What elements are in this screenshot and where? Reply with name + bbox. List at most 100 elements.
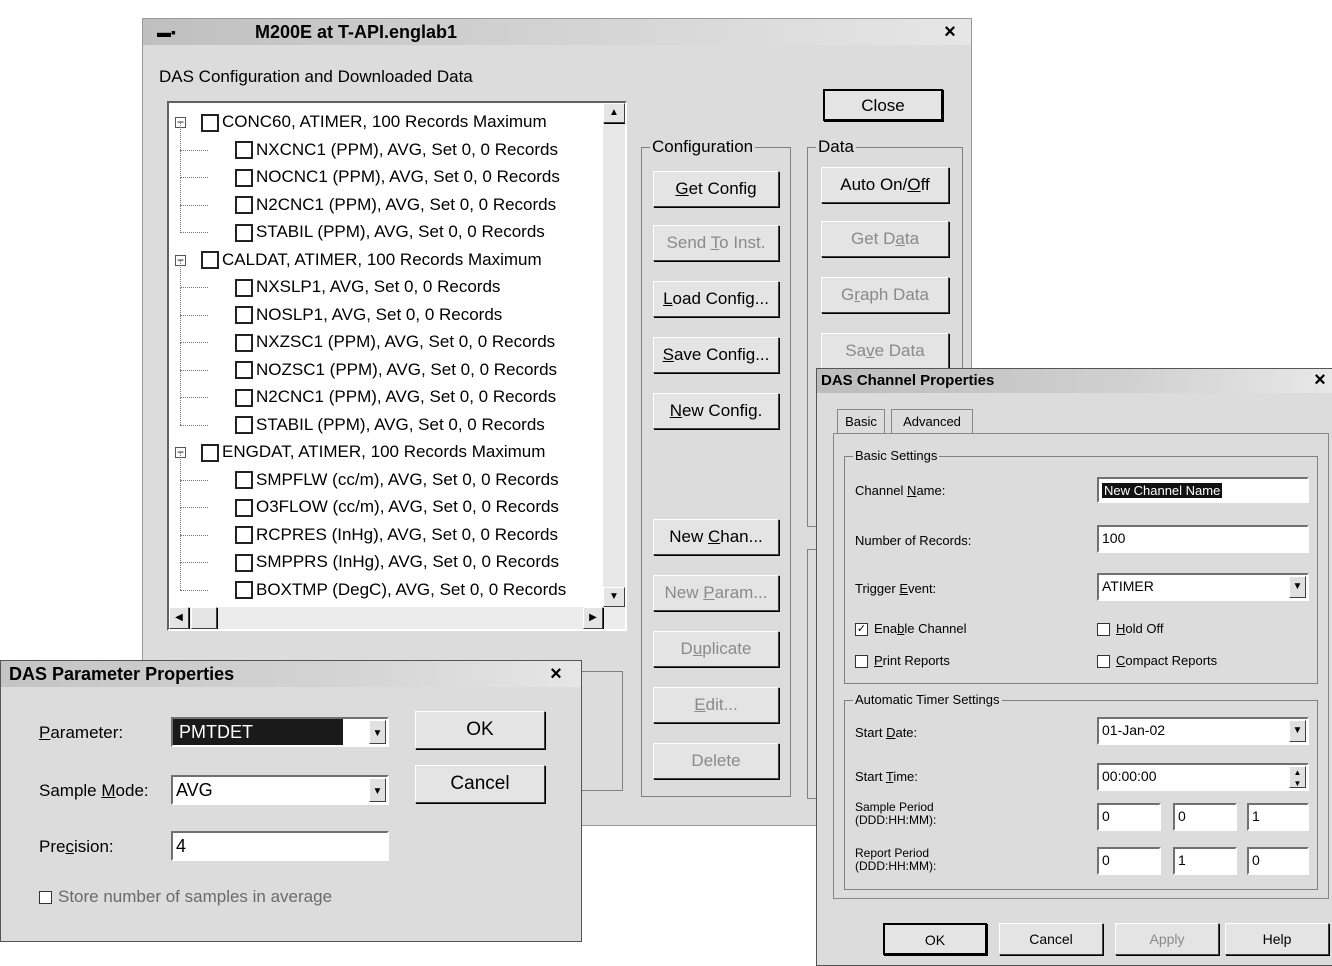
- print-reports-row[interactable]: Print Reports: [855, 653, 950, 669]
- scroll-left-button[interactable]: ◀: [169, 607, 189, 629]
- channel-help-button[interactable]: Help: [1225, 923, 1329, 955]
- tree-checkbox[interactable]: [235, 581, 253, 600]
- sample-mode-dropdown-arrow-icon[interactable]: ▼: [369, 778, 386, 802]
- tree-checkbox[interactable]: [235, 306, 253, 325]
- duplicate-button[interactable]: Duplicate: [653, 631, 779, 667]
- tree-horizontal-scrollbar[interactable]: ◀ ▶: [169, 607, 625, 629]
- sample-period-hours-input[interactable]: 0: [1173, 803, 1237, 831]
- compact-reports-row[interactable]: Compact Reports: [1097, 653, 1217, 669]
- get-data-button[interactable]: Get Data: [821, 221, 949, 257]
- tree-parameter-item[interactable]: SMPFLW (cc/m), AVG, Set 0, 0 Records: [235, 467, 559, 493]
- send-to-inst-button[interactable]: Send To Inst.: [653, 225, 779, 261]
- store-samples-checkbox[interactable]: [39, 891, 52, 905]
- scroll-down-button[interactable]: ▼: [603, 587, 625, 607]
- tree-parameter-item[interactable]: RCPRES (InHg), AVG, Set 0, 0 Records: [235, 522, 558, 548]
- tab-advanced[interactable]: Advanced: [891, 409, 973, 434]
- start-date-arrow-icon[interactable]: ▼: [1289, 720, 1306, 742]
- trigger-event-arrow-icon[interactable]: ▼: [1289, 576, 1306, 598]
- report-period-minutes-input[interactable]: 0: [1247, 847, 1309, 875]
- sample-mode-dropdown[interactable]: AVG ▼: [171, 775, 389, 805]
- main-close-x-button[interactable]: ×: [939, 21, 961, 43]
- tree-checkbox[interactable]: [235, 141, 253, 160]
- get-config-button[interactable]: Get Config: [653, 171, 779, 207]
- tree-checkbox[interactable]: [201, 443, 219, 462]
- close-button[interactable]: Close: [823, 89, 943, 121]
- tree-parameter-item[interactable]: O3FLOW (cc/m), AVG, Set 0, 0 Records: [235, 494, 559, 520]
- tree-channel-item[interactable]: CONC60, ATIMER, 100 Records Maximum: [201, 109, 547, 135]
- channel-apply-button[interactable]: Apply: [1115, 923, 1219, 955]
- enable-channel-checkbox[interactable]: ✓: [855, 623, 868, 637]
- tree-parameter-item[interactable]: NOZSC1 (PPM), AVG, Set 0, 0 Records: [235, 357, 557, 383]
- scroll-right-button[interactable]: ▶: [583, 607, 603, 629]
- tab-basic[interactable]: Basic: [837, 409, 885, 434]
- sample-period-days-input[interactable]: 0: [1097, 803, 1161, 831]
- tree-parameter-item[interactable]: STABIL (PPM), AVG, Set 0, 0 Records: [235, 219, 545, 245]
- tree-parameter-item[interactable]: N2CNC1 (PPM), AVG, Set 0, 0 Records: [235, 384, 556, 410]
- tree-parameter-item[interactable]: NXZSC1 (PPM), AVG, Set 0, 0 Records: [235, 329, 555, 355]
- parameter-ok-button[interactable]: OK: [415, 711, 545, 749]
- print-reports-checkbox[interactable]: [855, 655, 868, 669]
- channel-ok-button[interactable]: OK: [883, 923, 987, 955]
- auto-onoff-button[interactable]: Auto On/Off: [821, 167, 949, 203]
- tree-checkbox[interactable]: [235, 333, 253, 352]
- tree-checkbox[interactable]: [235, 526, 253, 545]
- tree-checkbox[interactable]: [235, 278, 253, 297]
- sample-period-minutes-input[interactable]: 1: [1247, 803, 1309, 831]
- report-period-days-input[interactable]: 0: [1097, 847, 1161, 875]
- scroll-thumb[interactable]: [191, 607, 217, 629]
- tree-parameter-item[interactable]: NOSLP1, AVG, Set 0, 0 Records: [235, 302, 502, 328]
- parameter-dropdown-arrow-icon[interactable]: ▼: [369, 720, 386, 744]
- new-chan-button[interactable]: New Chan...: [653, 519, 779, 555]
- channel-name-input[interactable]: New Channel Name: [1097, 477, 1309, 503]
- channel-dialog-close-x-button[interactable]: ×: [1309, 369, 1331, 391]
- scroll-up-button[interactable]: ▲: [603, 103, 625, 123]
- tree-parameter-item[interactable]: N2CNC1 (PPM), AVG, Set 0, 0 Records: [235, 192, 556, 218]
- tree-channel-item[interactable]: CALDAT, ATIMER, 100 Records Maximum: [201, 247, 542, 273]
- tree-checkbox[interactable]: [235, 553, 253, 572]
- tree-channel-item[interactable]: ENGDAT, ATIMER, 100 Records Maximum: [201, 439, 545, 465]
- tree-checkbox[interactable]: [235, 223, 253, 242]
- num-records-input[interactable]: 100: [1097, 525, 1309, 553]
- tree-parameter-item[interactable]: NXCNC1 (PPM), AVG, Set 0, 0 Records: [235, 137, 558, 163]
- parameter-dialog-close-x-button[interactable]: ×: [545, 663, 567, 685]
- tree-parameter-item[interactable]: NOCNC1 (PPM), AVG, Set 0, 0 Records: [235, 164, 560, 190]
- tree-parameter-item[interactable]: SMPPRS (InHg), AVG, Set 0, 0 Records: [235, 549, 559, 575]
- trigger-event-dropdown[interactable]: ATIMER ▼: [1097, 573, 1309, 601]
- tree-vertical-scrollbar[interactable]: ▲ ▼: [603, 103, 625, 607]
- start-time-spinner-icon[interactable]: ▲ ▼: [1289, 766, 1306, 788]
- tree-checkbox[interactable]: [235, 168, 253, 187]
- new-param-button[interactable]: New Param...: [653, 575, 779, 611]
- store-samples-checkbox-row[interactable]: Store number of samples in average: [39, 887, 332, 907]
- tree-checkbox[interactable]: [201, 251, 219, 270]
- tree-checkbox[interactable]: [235, 416, 253, 435]
- tree-checkbox[interactable]: [235, 498, 253, 517]
- tree-checkbox[interactable]: [235, 471, 253, 490]
- edit-button[interactable]: Edit...: [653, 687, 779, 723]
- precision-input[interactable]: 4: [171, 831, 389, 861]
- tree-checkbox[interactable]: [201, 113, 219, 132]
- tree-checkbox[interactable]: [235, 388, 253, 407]
- load-config-button[interactable]: Load Config...: [653, 281, 779, 317]
- parameter-cancel-button[interactable]: Cancel: [415, 765, 545, 803]
- enable-channel-row[interactable]: ✓ Enable Channel: [855, 621, 967, 637]
- report-period-hours-input[interactable]: 1: [1173, 847, 1237, 875]
- new-config-button[interactable]: New Config.: [653, 393, 779, 429]
- save-data-button[interactable]: Save Data: [821, 333, 949, 369]
- tree-item-label: NXSLP1, AVG, Set 0, 0 Records: [256, 277, 501, 296]
- hold-off-row[interactable]: Hold Off: [1097, 621, 1163, 637]
- save-config-button[interactable]: Save Config...: [653, 337, 779, 373]
- graph-data-button[interactable]: Graph Data: [821, 277, 949, 313]
- tree-parameter-item[interactable]: NXSLP1, AVG, Set 0, 0 Records: [235, 274, 500, 300]
- start-time-input[interactable]: 00:00:00 ▲ ▼: [1097, 763, 1309, 791]
- hold-off-checkbox[interactable]: [1097, 623, 1110, 637]
- parameter-dropdown[interactable]: PMTDET ▼: [171, 717, 389, 747]
- tree-checkbox[interactable]: [235, 196, 253, 215]
- das-tree-view[interactable]: − CONC60, ATIMER, 100 Records Maximum NXCN…: [167, 101, 627, 631]
- tree-parameter-item[interactable]: BOXTMP (DegC), AVG, Set 0, 0 Records: [235, 577, 566, 603]
- delete-button[interactable]: Delete: [653, 743, 779, 779]
- start-date-dropdown[interactable]: 01-Jan-02 ▼: [1097, 717, 1309, 745]
- channel-cancel-button[interactable]: Cancel: [999, 923, 1103, 955]
- tree-checkbox[interactable]: [235, 361, 253, 380]
- tree-parameter-item[interactable]: STABIL (PPM), AVG, Set 0, 0 Records: [235, 412, 545, 438]
- compact-reports-checkbox[interactable]: [1097, 655, 1110, 669]
